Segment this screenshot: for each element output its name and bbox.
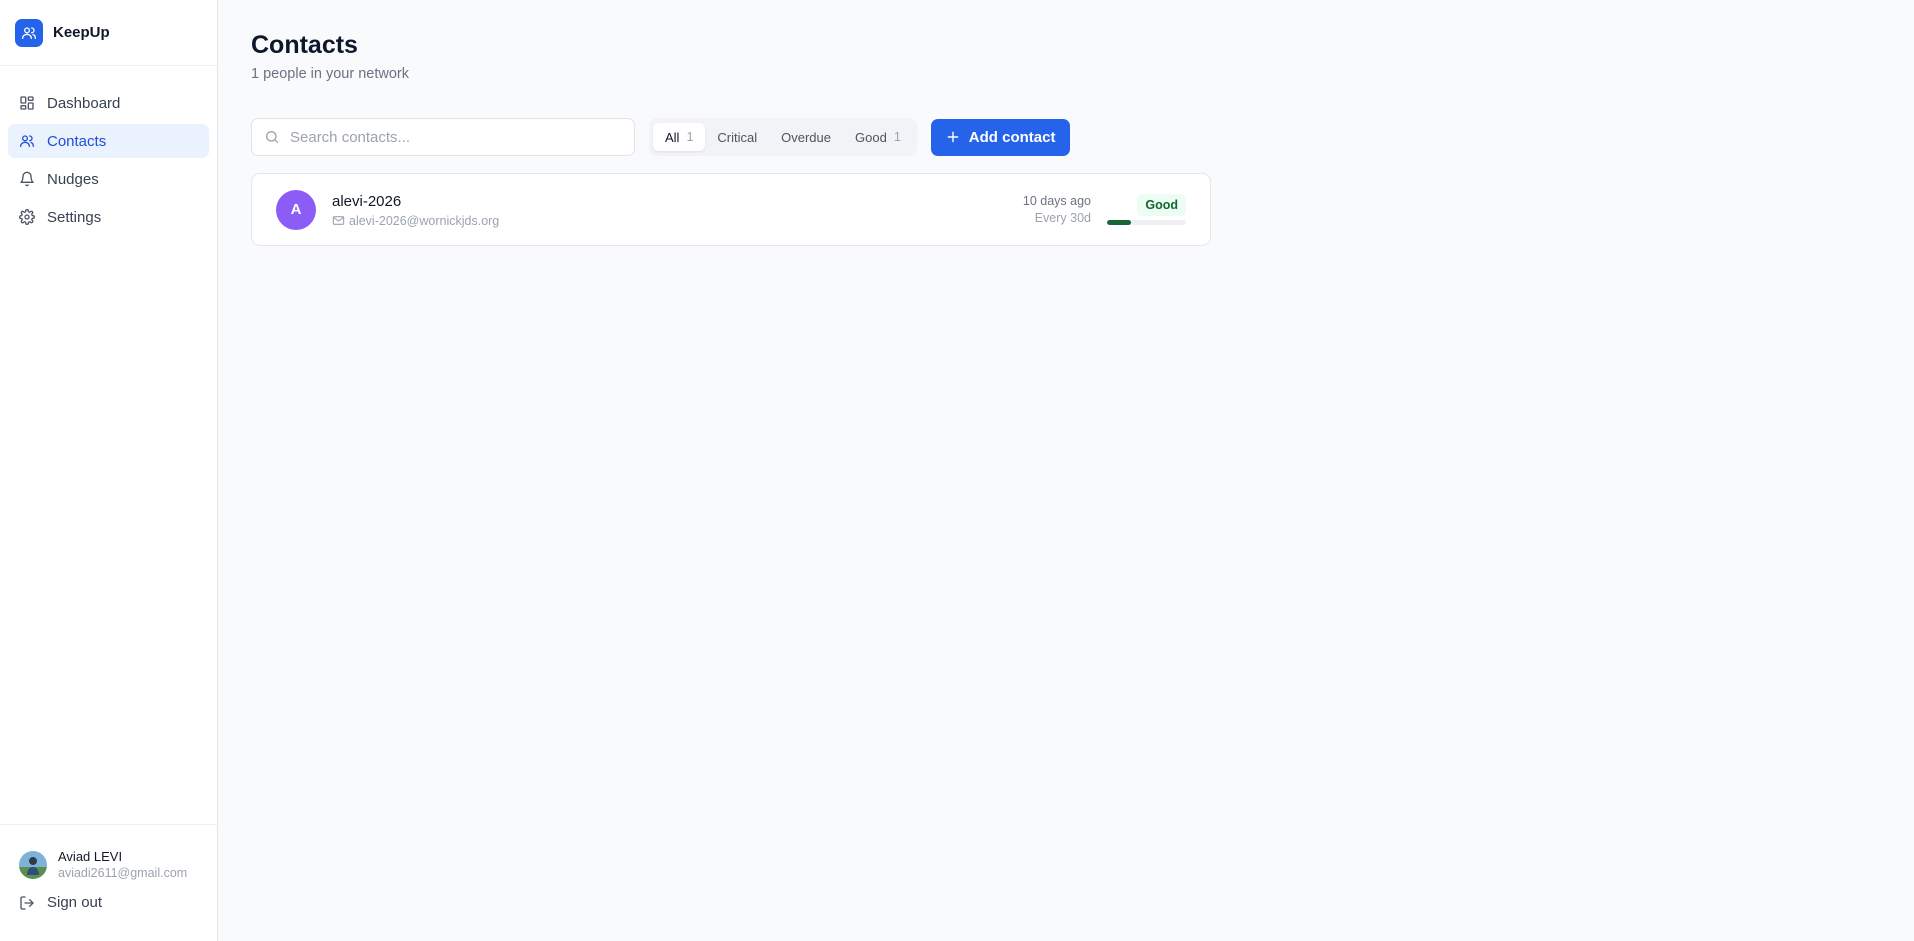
filter-all[interactable]: All 1 (653, 123, 706, 151)
sidebar-item-label: Settings (47, 208, 102, 226)
add-contact-label: Add contact (968, 128, 1056, 146)
search-box (251, 118, 635, 156)
last-contact-time: 10 days ago (1022, 193, 1091, 208)
status-badge: Good (1137, 194, 1186, 216)
search-input[interactable] (290, 128, 610, 146)
filter-critical[interactable]: Critical (705, 123, 769, 151)
contact-row[interactable]: A alevi-2026 alevi-2026@wornickjds.org 1… (251, 173, 1211, 246)
sidebar-nav: Dashboard Contacts Nudges Settings (0, 66, 217, 234)
sign-out-label: Sign out (47, 894, 103, 911)
sidebar-item-label: Nudges (47, 170, 99, 188)
user-email: aviadi2611@gmail.com (58, 866, 188, 880)
dashboard-icon (19, 95, 35, 111)
users-logo-icon (15, 18, 43, 47)
filter-count: 1 (893, 130, 901, 144)
filter-label: All (665, 129, 680, 145)
sidebar-item-settings[interactable]: Settings (8, 200, 209, 234)
users-icon (19, 133, 35, 149)
filter-count: 1 (686, 130, 694, 144)
gear-icon (19, 209, 35, 225)
sidebar-item-label: Dashboard (47, 94, 121, 112)
user-name: Aviad LEVI (58, 849, 123, 864)
page-subtitle: 1 people in your network (251, 66, 409, 82)
user-profile[interactable]: Aviad LEVI aviadi2611@gmail.com (0, 825, 217, 881)
plus-icon (946, 130, 960, 144)
avatar (19, 851, 47, 879)
sidebar: KeepUp Dashboard Contacts Nudges Setting… (0, 0, 218, 941)
bell-icon (19, 171, 35, 187)
health-bar-fill (1107, 220, 1131, 225)
contact-email-line: alevi-2026@wornickjds.org (332, 214, 1023, 228)
page-title: Contacts (251, 31, 358, 59)
sidebar-item-nudges[interactable]: Nudges (8, 162, 209, 196)
filter-tabs: All 1 Critical Overdue Good 1 (649, 118, 917, 156)
sign-out-button[interactable]: Sign out (19, 894, 217, 911)
filter-label: Good (855, 129, 887, 145)
sign-out-icon (19, 895, 35, 911)
contact-avatar: A (276, 189, 316, 230)
brand[interactable]: KeepUp (0, 0, 217, 66)
contact-frequency: Every 30d (1034, 210, 1091, 225)
sidebar-item-label: Contacts (47, 132, 107, 150)
filter-label: Overdue (781, 129, 832, 145)
sidebar-item-dashboard[interactable]: Dashboard (8, 86, 209, 120)
toolbar: All 1 Critical Overdue Good 1 Add contac… (251, 118, 1071, 156)
filter-label: Critical (717, 129, 758, 145)
main-content: Contacts 1 people in your network All 1 … (218, 0, 1914, 941)
mail-icon (332, 214, 345, 227)
sidebar-item-contacts[interactable]: Contacts (8, 124, 209, 158)
contact-email: alevi-2026@wornickjds.org (349, 213, 500, 228)
contact-name: alevi-2026 (332, 192, 402, 210)
filter-overdue[interactable]: Overdue (769, 123, 843, 151)
add-contact-button[interactable]: Add contact (930, 118, 1071, 156)
search-icon (264, 129, 280, 145)
app-name: KeepUp (53, 24, 110, 41)
filter-good[interactable]: Good 1 (843, 123, 913, 151)
sidebar-footer: Aviad LEVI aviadi2611@gmail.com Sign out (0, 824, 217, 941)
health-bar (1107, 220, 1186, 225)
